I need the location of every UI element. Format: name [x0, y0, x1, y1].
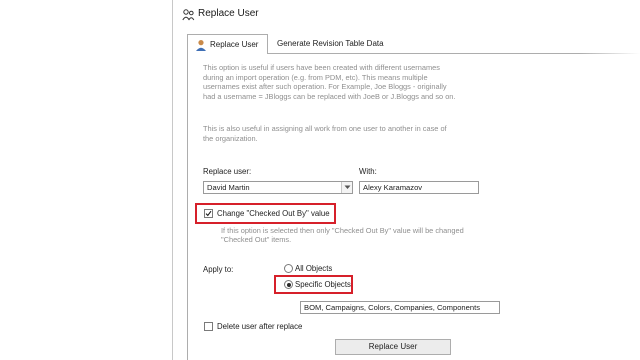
tab-generate-revision-label: Generate Revision Table Data: [277, 39, 384, 48]
description-line: usernames exist after such operation. Fo…: [203, 82, 447, 92]
with-user-value: Alexy Karamazov: [363, 183, 423, 192]
tab-generate-revision-table-data[interactable]: Generate Revision Table Data: [277, 34, 384, 54]
description-line: This is also useful in assigning all wor…: [203, 124, 447, 133]
checked-out-by-hint: If this option is selected then only "Ch…: [221, 226, 464, 235]
chevron-down-icon: [344, 185, 351, 189]
checkmark-icon: [205, 210, 212, 217]
radio-selected-dot: [286, 282, 291, 287]
title-bar: Replace User: [173, 0, 640, 30]
dropdown-button[interactable]: [341, 182, 352, 193]
window-title: Replace User: [198, 8, 259, 19]
checked-out-by-hint: "Checked Out" items.: [221, 235, 292, 245]
description-line: the organization.: [203, 133, 258, 143]
apply-to-label: Apply to:: [203, 265, 234, 274]
replace-user-window: Replace User Replace User Generate Revis…: [172, 0, 640, 360]
all-objects-label: All Objects: [295, 264, 333, 273]
all-objects-radio[interactable]: [284, 264, 293, 273]
specific-objects-value: BOM, Campaigns, Colors, Companies, Compo…: [304, 303, 480, 312]
replace-user-value: David Martin: [207, 183, 250, 192]
description-line: This option is useful if users have been…: [203, 63, 440, 72]
specific-objects-radio[interactable]: [284, 280, 293, 289]
with-user-field[interactable]: Alexy Karamazov: [359, 181, 479, 194]
users-swap-icon: [182, 9, 195, 21]
replace-user-label: Replace user:: [203, 167, 252, 176]
tab-strip: Replace User Generate Revision Table Dat…: [187, 34, 640, 54]
user-icon: [196, 40, 206, 51]
tab-replace-user[interactable]: Replace User: [187, 34, 268, 54]
delete-user-label: Delete user after replace: [217, 322, 303, 331]
specific-objects-field[interactable]: BOM, Campaigns, Colors, Companies, Compo…: [300, 301, 500, 314]
description-line: had a username = JBloggs can be replaced…: [203, 91, 456, 101]
delete-user-checkbox[interactable]: [204, 322, 213, 331]
replace-user-button[interactable]: Replace User: [335, 339, 451, 355]
replace-user-combo[interactable]: David Martin: [203, 181, 353, 194]
with-label: With:: [359, 167, 377, 176]
checked-out-by-checkbox[interactable]: [204, 209, 213, 218]
specific-objects-label: Specific Objects: [295, 280, 351, 289]
description-line: during an import operation (e.g. from PD…: [203, 72, 428, 82]
checked-out-by-label: Change "Checked Out By" value: [217, 209, 330, 218]
tab-replace-user-label: Replace User: [210, 40, 259, 49]
replace-user-panel: This option is useful if users have been…: [187, 53, 640, 360]
